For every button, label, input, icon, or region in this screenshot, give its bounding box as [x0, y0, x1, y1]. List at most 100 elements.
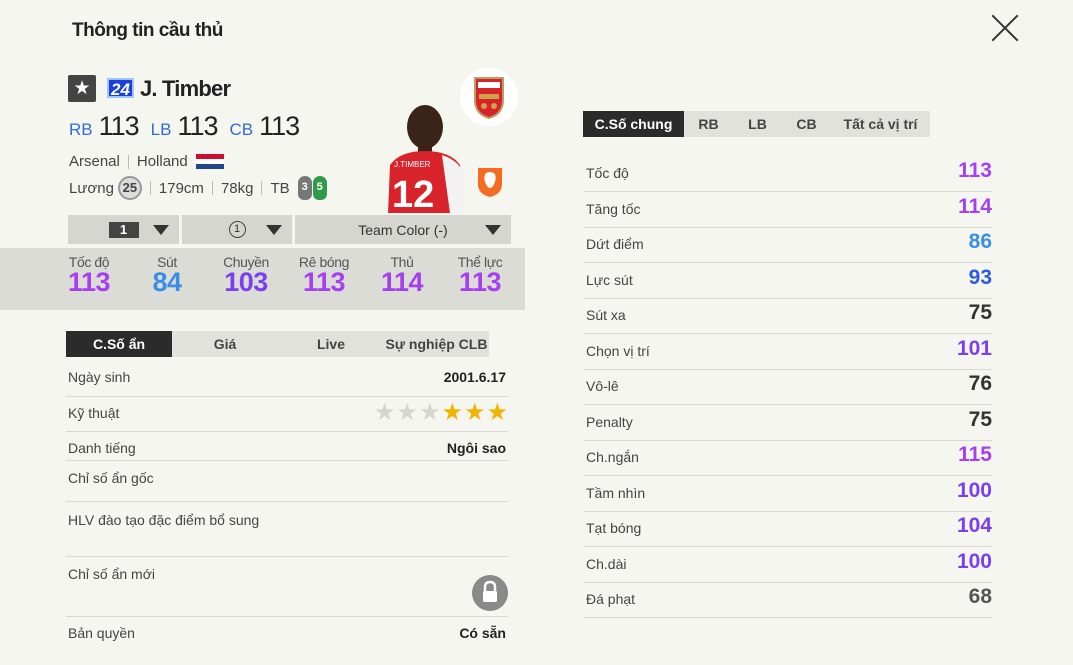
stat-label: Đá phạt [586, 591, 636, 607]
stat-label: Vô-lê [586, 378, 619, 394]
tab-price[interactable]: Giá [172, 331, 278, 357]
stat-value: 86 [968, 230, 992, 253]
enhance-value: 1 [228, 221, 246, 238]
stat-label: Ch.ngắn [586, 449, 639, 465]
team-color-value: Team Color (-) [358, 221, 448, 238]
info-row-reputation: Danh tiếng Ngôi sao [66, 440, 508, 461]
height: 179cm [158, 179, 204, 197]
stat-value: 114 [380, 267, 424, 297]
stat-row: Ch.ngắn 115 [583, 440, 993, 476]
tab-cb[interactable]: CB [782, 111, 831, 137]
level-value: 1 [108, 221, 139, 238]
tab-all-positions[interactable]: Tất cả vị trí [831, 111, 930, 137]
stat-label: Penalty [586, 413, 633, 430]
tab-lb[interactable]: LB [733, 111, 782, 137]
stat-label: Lực sút [586, 271, 633, 288]
stat-value: 113 [458, 267, 502, 297]
row-value: Có sẵn [459, 625, 506, 641]
stat-value: 68 [968, 585, 992, 608]
stat-label: Tốc độ [586, 165, 629, 181]
row-label: Ngày sinh [68, 369, 131, 385]
star-icon: ★ [373, 399, 396, 426]
divider [261, 181, 263, 195]
stat-label: Tăng tốc [586, 200, 641, 217]
stat-value: 93 [968, 265, 992, 289]
stat-label: Dứt điểm [586, 236, 644, 252]
level-select[interactable]: 1 [68, 215, 179, 244]
skill-stars: ★ ★ ★ ★ ★ ★ [373, 401, 508, 425]
position-ovr: 113 [98, 111, 140, 141]
row-label: Bản quyền [68, 625, 135, 641]
club-nation-row: Arsenal Holland [69, 153, 224, 170]
player-name: J. Timber [140, 76, 231, 101]
stat-value: 114 [958, 194, 992, 218]
tab-club-career[interactable]: Sự nghiệp CLB [384, 331, 489, 357]
body-type: TB [270, 179, 290, 197]
star-icon: ★ [418, 399, 441, 426]
info-row-hidden-new: Chỉ số ẩn mới [66, 566, 508, 617]
stat-value: 76 [968, 372, 992, 395]
divider [211, 181, 213, 195]
tab-hidden-stats[interactable]: C.Số ẩn [66, 331, 172, 357]
stat-value: 75 [968, 407, 992, 431]
row-label: HLV đào tạo đặc điểm bổ sung [68, 512, 260, 528]
tab-live[interactable]: Live [278, 331, 384, 357]
stat-row: Lực sút 93 [583, 263, 993, 299]
info-row-dob: Ngày sinh 2001.6.17 [66, 369, 508, 397]
page-title: Thông tin cầu thủ [72, 20, 223, 41]
row-value: 2001.6.17 [443, 369, 506, 385]
summary-stat: Thể lực 113 [451, 254, 509, 298]
position-ratings: RB 113 LB 113 CB 113 [69, 111, 311, 142]
star-icon[interactable]: ★ [68, 75, 96, 102]
netherlands-flag-icon [195, 153, 224, 170]
svg-text:J.TIMBER: J.TIMBER [394, 160, 431, 169]
divider [127, 154, 129, 169]
tab-rb[interactable]: RB [684, 111, 733, 137]
stat-value: 100 [956, 549, 992, 573]
position-ovr: 113 [177, 111, 218, 141]
summary-stat: Sút 84 [138, 254, 196, 298]
physical-info-row: Lương 25 179cm 78kg TB 3 5 [69, 176, 328, 200]
stat-value: 115 [958, 443, 992, 466]
team-color-select[interactable]: Team Color (-) [295, 215, 511, 244]
stat-value: 75 [968, 301, 992, 324]
arsenal-crest-icon [460, 68, 518, 126]
chevron-down-icon [266, 225, 282, 235]
weight: 78kg [220, 179, 254, 197]
star-icon: ★ [463, 399, 486, 426]
position-label: RB [69, 120, 93, 139]
row-label: Kỹ thuật [68, 405, 120, 421]
stat-label: Tầm nhìn [586, 484, 646, 501]
summary-stat: Rê bóng 113 [294, 254, 354, 298]
stat-row: Tạt bóng 104 [583, 511, 993, 547]
position-label: LB [150, 120, 172, 139]
info-row-coach: HLV đào tạo đặc điểm bổ sung [66, 512, 508, 557]
strong-foot: 5 [312, 176, 327, 200]
row-label: Chỉ số ẩn gốc [68, 470, 154, 486]
lock-icon[interactable] [472, 575, 508, 611]
right-tab-bar: C.Số chung RB LB CB Tất cả vị trí [583, 111, 930, 137]
stat-value: 100 [956, 478, 992, 502]
stat-label: Tạt bóng [586, 520, 642, 536]
stat-label: Chọn vị trí [586, 342, 650, 359]
club-name: Arsenal [69, 153, 120, 170]
row-label: Danh tiếng [68, 440, 136, 456]
close-icon[interactable] [990, 12, 1022, 44]
season-badge: 24 [107, 78, 134, 99]
stat-row: Tăng tốc 114 [583, 192, 993, 228]
summary-stat: Tốc độ 113 [60, 254, 118, 298]
enhance-select[interactable]: 1 [182, 215, 292, 244]
stat-row: Sút xa 75 [583, 298, 993, 334]
salary-label: Lương [69, 179, 114, 197]
feet-icon: 3 5 [297, 176, 328, 200]
position-ovr: 113 [259, 111, 300, 141]
stat-row: Chọn vị trí 101 [583, 334, 993, 370]
chevron-down-icon [485, 225, 501, 235]
chevron-down-icon [153, 225, 169, 235]
stat-value: 113 [67, 267, 111, 297]
row-label: Chỉ số ẩn mới [68, 566, 155, 582]
stat-value: 101 [956, 336, 992, 360]
star-icon: ★ [396, 399, 418, 426]
stat-row: Penalty 75 [583, 405, 993, 441]
tab-general-stats[interactable]: C.Số chung [583, 111, 684, 137]
